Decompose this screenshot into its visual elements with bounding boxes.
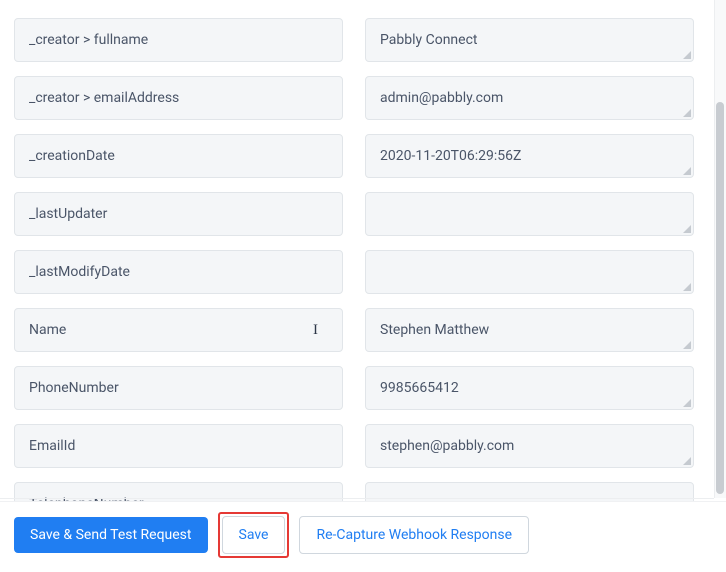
recapture-webhook-button[interactable]: Re-Capture Webhook Response — [299, 516, 529, 554]
field-label-creator-email[interactable]: _creator > emailAddress — [14, 76, 343, 120]
text-cursor-icon: I — [313, 322, 318, 339]
field-label-creation-date[interactable]: _creationDate — [14, 134, 343, 178]
field-value-last-modify-date[interactable] — [365, 250, 694, 294]
button-bar: Save & Send Test Request Save Re-Capture… — [0, 501, 726, 572]
field-label-text: _lastModifyDate — [29, 264, 130, 280]
field-label-phone-number[interactable]: PhoneNumber — [14, 366, 343, 410]
resize-handle-icon — [681, 165, 691, 175]
field-label-email-id[interactable]: EmailId — [14, 424, 343, 468]
field-label-last-updater[interactable]: _lastUpdater — [14, 192, 343, 236]
scrollbar-track[interactable] — [714, 0, 726, 498]
resize-handle-icon — [681, 281, 691, 291]
field-row: _lastModifyDate — [14, 250, 694, 294]
field-value-text: admin@pabbly.com — [380, 90, 503, 106]
field-value-last-updater[interactable] — [365, 192, 694, 236]
field-row: EmailId stephen@pabbly.com — [14, 424, 694, 468]
field-row: _creator > fullname Pabbly Connect — [14, 18, 694, 62]
save-button-highlight: Save — [218, 512, 290, 558]
field-value-phone-number[interactable]: 9985665412 — [365, 366, 694, 410]
field-row: _creationDate 2020-11-20T06:29:56Z — [14, 134, 694, 178]
field-label-creator-fullname[interactable]: _creator > fullname — [14, 18, 343, 62]
field-label-text: _lastUpdater — [29, 206, 107, 222]
section-divider — [0, 498, 714, 499]
field-value-text: 9985665412 — [380, 380, 459, 396]
save-send-test-button[interactable]: Save & Send Test Request — [14, 517, 208, 553]
resize-handle-icon — [681, 107, 691, 117]
field-value-email-id[interactable]: stephen@pabbly.com — [365, 424, 694, 468]
field-label-last-modify-date[interactable]: _lastModifyDate — [14, 250, 343, 294]
field-value-name[interactable]: Stephen Matthew — [365, 308, 694, 352]
field-value-creator-email[interactable]: admin@pabbly.com — [365, 76, 694, 120]
save-button[interactable]: Save — [222, 516, 286, 554]
field-value-creation-date[interactable]: 2020-11-20T06:29:56Z — [365, 134, 694, 178]
field-value-text: Stephen Matthew — [380, 322, 489, 338]
field-value-text: stephen@pabbly.com — [380, 438, 514, 454]
resize-handle-icon — [681, 339, 691, 349]
field-label-text: Name — [29, 322, 66, 338]
field-value-text: 2020-11-20T06:29:56Z — [380, 148, 521, 164]
resize-handle-icon — [681, 223, 691, 233]
resize-handle-icon — [681, 455, 691, 465]
field-value-text: Pabbly Connect — [380, 32, 478, 48]
field-row: PhoneNumber 9985665412 — [14, 366, 694, 410]
form-content: _creator > fullname Pabbly Connect _crea… — [0, 0, 708, 552]
field-label-text: _creator > fullname — [29, 32, 148, 48]
field-label-name[interactable]: Name I — [14, 308, 343, 352]
field-value-creator-fullname[interactable]: Pabbly Connect — [365, 18, 694, 62]
resize-handle-icon — [681, 397, 691, 407]
resize-handle-icon — [681, 49, 691, 59]
field-row: _lastUpdater — [14, 192, 694, 236]
field-label-text: _creationDate — [29, 148, 115, 164]
field-row: _creator > emailAddress admin@pabbly.com — [14, 76, 694, 120]
field-label-text: _creator > emailAddress — [29, 90, 179, 106]
field-row: Name I Stephen Matthew — [14, 308, 694, 352]
form-scroll-area: _creator > fullname Pabbly Connect _crea… — [0, 0, 708, 572]
field-label-text: EmailId — [29, 438, 75, 454]
field-label-text: PhoneNumber — [29, 380, 119, 396]
scrollbar-thumb[interactable] — [716, 102, 724, 494]
